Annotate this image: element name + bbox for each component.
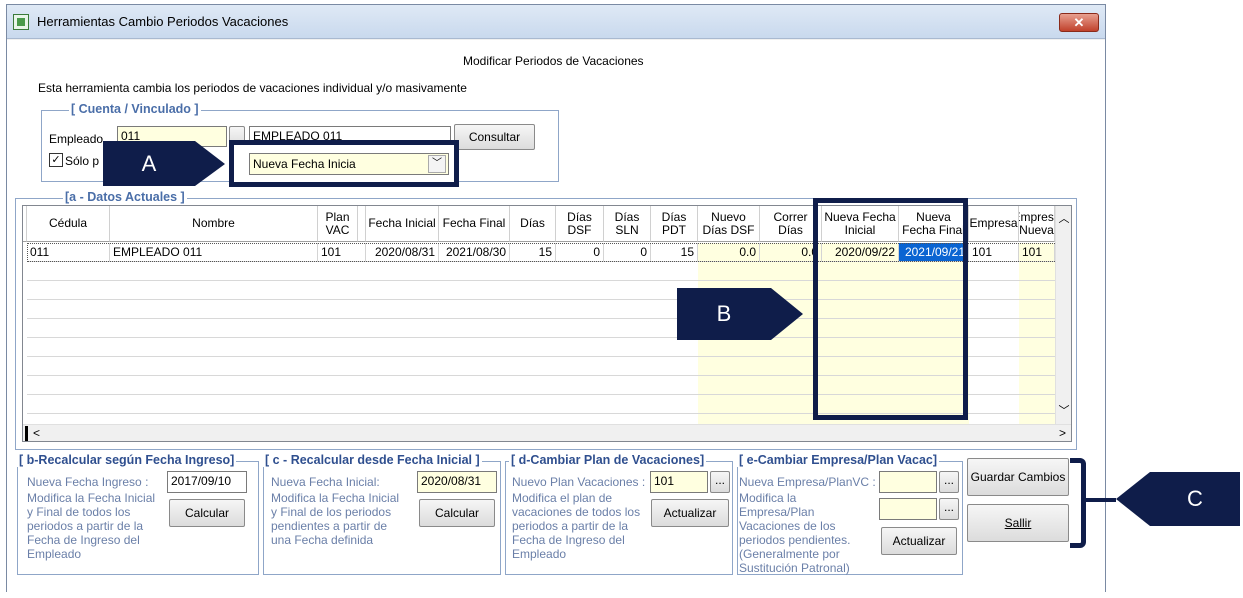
col-spacer: [358, 206, 366, 242]
panel-d-legend: [ d-Cambiar Plan de Vacaciones]: [509, 453, 707, 467]
cell-empresa-nueva[interactable]: 101: [1019, 243, 1055, 262]
scroll-left-icon[interactable]: <: [33, 426, 40, 440]
cell-dias-pdt[interactable]: 15: [651, 243, 698, 262]
cell-fecha-inicial[interactable]: 2020/08/31: [366, 243, 439, 262]
cell-dias[interactable]: 15: [510, 243, 556, 262]
annotation-c-bracket: [1070, 458, 1086, 548]
empresa-browse-button[interactable]: ...: [939, 471, 959, 493]
panel-e-description: Modifica la Empresa/Plan Vacaciones de l…: [739, 491, 851, 575]
salir-button[interactable]: Sallir: [967, 504, 1069, 542]
cell-nombre[interactable]: EMPLEADO 011: [110, 243, 318, 262]
annotation-a-label: A: [141, 151, 157, 176]
cell-plan[interactable]: 101: [318, 243, 366, 262]
cell-fecha-final[interactable]: 2021/08/30: [439, 243, 510, 262]
plan-vacaciones-input[interactable]: 101: [650, 471, 708, 493]
page-title: Modificar Periodos de Vacaciones: [463, 54, 644, 68]
panel-d-label: Nuevo Plan Vacaciones :: [512, 475, 646, 489]
annotation-c-box: C: [1150, 472, 1240, 526]
window-title: Herramientas Cambio Periodos Vacaciones: [37, 14, 289, 29]
panel-e-legend: [ e-Cambiar Empresa/Plan Vacac]: [737, 453, 940, 467]
annotation-b-label: B: [716, 301, 732, 326]
plan-vc-input[interactable]: [879, 498, 937, 520]
plan-browse-button[interactable]: ...: [710, 471, 730, 493]
col-fecha-inicial[interactable]: Fecha Inicial: [366, 206, 439, 242]
main-window: Herramientas Cambio Periodos Vacaciones …: [6, 4, 1106, 592]
annotation-b-frame: [813, 198, 968, 420]
calcular-c-button[interactable]: Calcular: [419, 499, 495, 527]
close-button[interactable]: ✕: [1059, 13, 1099, 32]
datos-legend: [a - Datos Actuales ]: [63, 190, 187, 204]
annotation-c-arrow: [1116, 472, 1150, 526]
consultar-button[interactable]: Consultar: [454, 124, 535, 150]
col-cedula[interactable]: Cédula: [27, 206, 110, 242]
panel-b-label: Nueva Fecha Ingreso :: [27, 475, 149, 489]
cell-nuevo-dsf[interactable]: 0.0: [698, 243, 760, 262]
col-fecha-final[interactable]: Fecha Final: [439, 206, 510, 242]
solo-checkbox[interactable]: ✓: [49, 153, 63, 167]
horizontal-scrollbar[interactable]: < >: [23, 424, 1071, 441]
panel-b-description: Modifica la Fecha Inicial y Final de tod…: [27, 491, 156, 561]
col-empresa[interactable]: Empresa: [969, 206, 1019, 242]
empresa-input[interactable]: [879, 471, 937, 493]
scroll-down-icon[interactable]: ﹀: [1056, 402, 1071, 418]
tool-description: Esta herramienta cambia los periodos de …: [38, 81, 467, 95]
actualizar-d-button[interactable]: Actualizar: [651, 499, 729, 527]
empleado-label: Empleado: [49, 132, 104, 146]
cell-dias-dsf[interactable]: 0: [556, 243, 604, 262]
annotation-a-arrow: [195, 141, 225, 186]
scroll-up-icon[interactable]: ︿: [1056, 210, 1071, 226]
chevron-down-icon: ﹀: [428, 155, 446, 173]
title-bar: Herramientas Cambio Periodos Vacaciones …: [7, 5, 1105, 39]
calcular-b-button[interactable]: Calcular: [169, 499, 245, 527]
col-dias[interactable]: Días: [510, 206, 556, 242]
cell-empresa[interactable]: 101: [969, 243, 1019, 262]
app-icon: [13, 14, 29, 30]
annotation-a-box: A: [103, 141, 195, 186]
panel-c-legend: [ c - Recalcular desde Fecha Inicial ]: [263, 453, 482, 467]
col-empresa-nueva[interactable]: Empresa Nueva: [1019, 206, 1055, 242]
plan-vc-browse-button[interactable]: ...: [939, 498, 959, 520]
col-dias-pdt[interactable]: Días PDT: [651, 206, 698, 242]
mode-dropdown[interactable]: Nueva Fecha Inicia ﹀: [249, 153, 449, 175]
panel-d-description: Modifica el plan de vacaciones de todos …: [512, 491, 641, 561]
solo-label: Sólo p: [65, 154, 100, 168]
panel-c-description: Modifica la Fecha Inicial y Final de los…: [271, 491, 400, 547]
panel-b-legend: [ b-Recalcular según Fecha Ingreso]: [17, 453, 237, 467]
vertical-scrollbar[interactable]: ︿ ﹀: [1055, 206, 1071, 424]
annotation-c-label: C: [1187, 486, 1203, 511]
panel-e-label: Nueva Empresa/PlanVC :: [739, 475, 876, 489]
col-nombre[interactable]: Nombre: [110, 206, 318, 242]
cell-dias-sln[interactable]: 0: [604, 243, 651, 262]
col-dias-dsf[interactable]: Días DSF: [556, 206, 604, 242]
annotation-b-arrow: [771, 288, 803, 340]
annotation-c-connector: [1086, 498, 1116, 502]
client-area: Modificar Periodos de Vacaciones Esta he…: [7, 40, 1105, 592]
scroll-right-icon[interactable]: >: [1059, 426, 1066, 440]
panel-c-label: Nueva Fecha Inicial:: [271, 475, 380, 489]
col-plan[interactable]: Plan VAC: [318, 206, 358, 242]
actualizar-e-button[interactable]: Actualizar: [881, 527, 957, 555]
cell-cedula[interactable]: 011: [27, 243, 110, 262]
cuenta-legend: [ Cuenta / Vinculado ]: [69, 102, 201, 116]
col-dias-sln[interactable]: Días SLN: [604, 206, 651, 242]
col-nuevo-dsf[interactable]: Nuevo Días DSF: [698, 206, 760, 242]
guardar-cambios-button[interactable]: Guardar Cambios: [967, 458, 1069, 496]
fecha-inicial-input[interactable]: 2020/08/31: [417, 471, 497, 493]
scroll-thumb[interactable]: [25, 426, 28, 441]
fecha-ingreso-input[interactable]: 2017/09/10: [167, 471, 247, 493]
mode-dropdown-value: Nueva Fecha Inicia: [253, 157, 356, 171]
annotation-b-box: B: [677, 288, 771, 340]
